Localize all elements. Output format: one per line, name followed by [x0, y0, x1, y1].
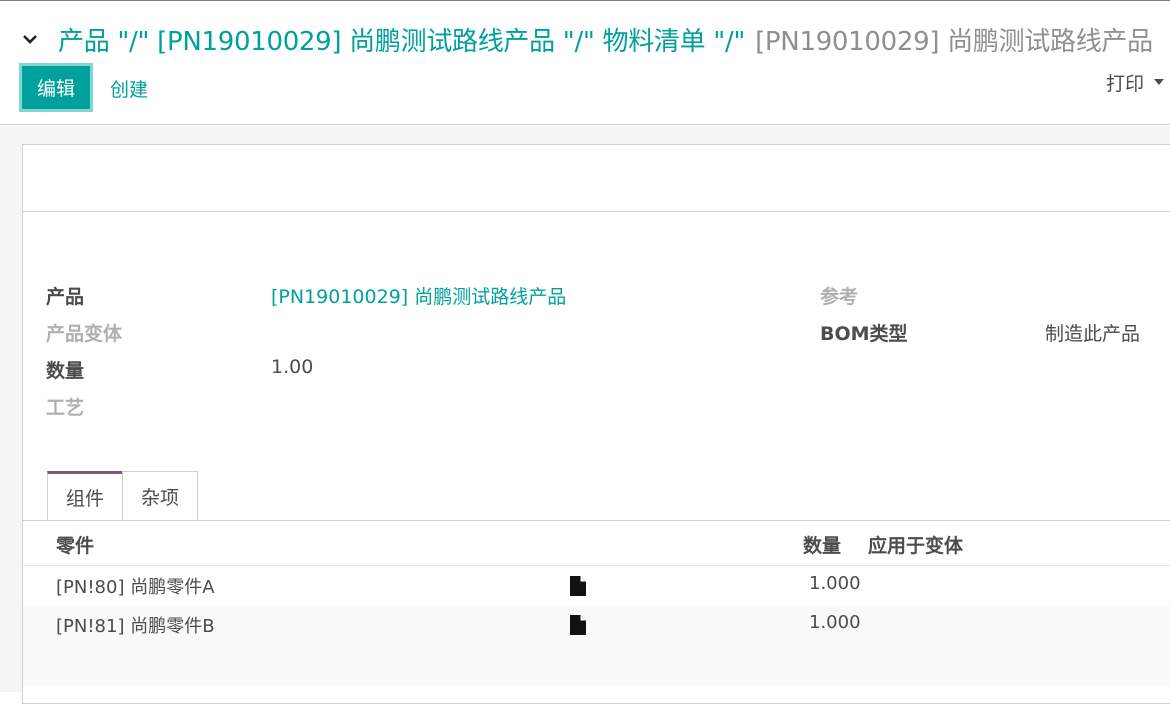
file-icon[interactable] [569, 575, 587, 597]
component-quantity: 1.000 [809, 612, 861, 633]
routing-label: 工艺 [46, 397, 85, 419]
product-variant-label: 产品变体 [46, 323, 123, 345]
table-empty-row [23, 645, 1170, 685]
component-name: [PN!80] 尚鹏零件A [56, 577, 215, 598]
column-header-component[interactable]: 零件 [56, 531, 94, 558]
reference-label: 参考 [820, 286, 859, 308]
component-quantity: 1.000 [809, 573, 861, 594]
product-value-link[interactable]: [PN19010029] 尚鹏测试路线产品 [271, 282, 566, 309]
notebook-tabs: 组件 杂项 [47, 471, 199, 521]
table-header: 零件 数量 应用于变体 [23, 521, 1170, 563]
product-label: 产品 [46, 286, 85, 308]
table-row[interactable]: [PN!81] 尚鹏零件B 1.000 [23, 605, 1170, 645]
column-header-variants[interactable]: 应用于变体 [868, 531, 963, 558]
chevron-down-icon[interactable] [22, 31, 38, 47]
tab-miscellaneous[interactable]: 杂项 [122, 471, 199, 521]
form-sheet: 产品 [PN19010029] 尚鹏测试路线产品 产品变体 数量 1.00 工艺… [22, 144, 1170, 704]
control-panel: 产品 "/" [PN19010029] 尚鹏测试路线产品 "/" 物料清单 "/… [0, 1, 1170, 125]
file-icon[interactable] [569, 614, 587, 636]
status-bar [23, 145, 1170, 212]
edit-button[interactable]: 编辑 [19, 63, 93, 112]
tab-components[interactable]: 组件 [47, 471, 124, 521]
breadcrumb-path[interactable]: 产品 "/" [PN19010029] 尚鹏测试路线产品 "/" 物料清单 "/… [58, 21, 745, 58]
bom-type-label: BOM类型 [820, 323, 908, 345]
print-dropdown[interactable]: 打印 [1106, 69, 1165, 95]
quantity-label: 数量 [46, 360, 85, 382]
breadcrumb-active: [PN19010029] 尚鹏测试路线产品 [755, 26, 1153, 57]
print-label: 打印 [1106, 72, 1145, 95]
create-button[interactable]: 创建 [110, 75, 148, 101]
bom-type-value: 制造此产品 [1045, 323, 1141, 345]
breadcrumb: 产品 "/" [PN19010029] 尚鹏测试路线产品 "/" 物料清单 "/… [22, 21, 1153, 57]
component-name: [PN!81] 尚鹏零件B [56, 616, 215, 637]
column-header-quantity[interactable]: 数量 [803, 531, 841, 558]
table-row[interactable]: [PN!80] 尚鹏零件A 1.000 [23, 565, 1170, 605]
quantity-value: 1.00 [271, 356, 314, 378]
caret-down-icon [1154, 79, 1165, 85]
